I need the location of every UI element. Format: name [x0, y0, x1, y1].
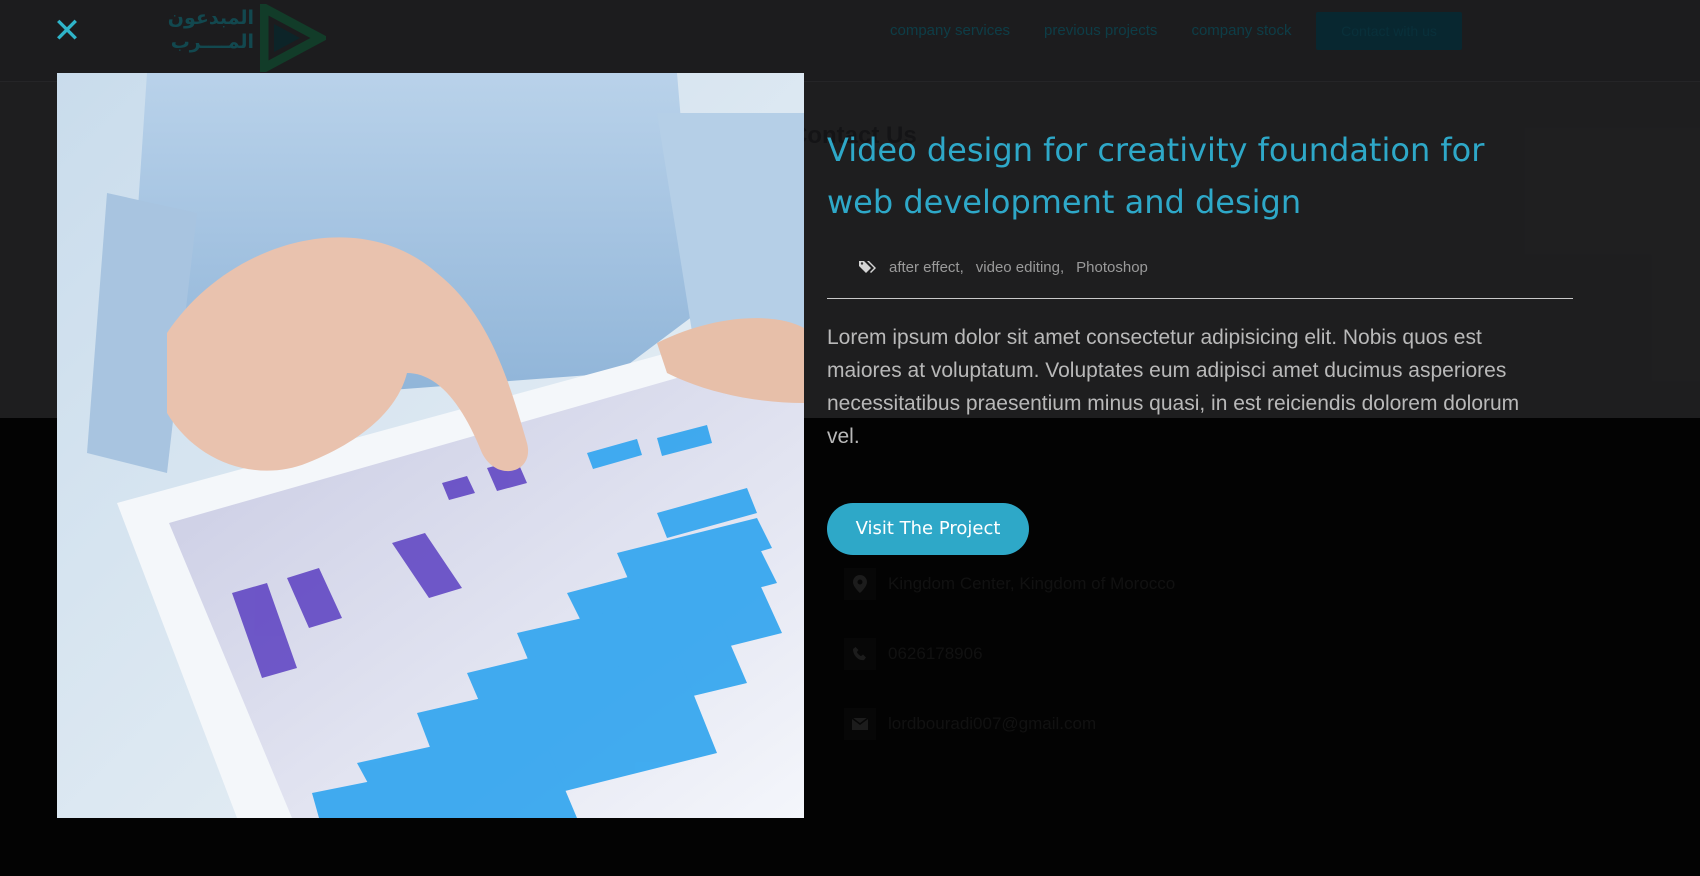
close-icon: ✕	[52, 11, 82, 51]
tag-item[interactable]: after effect,	[889, 259, 964, 276]
project-title: Video design for creativity foundation f…	[827, 131, 1485, 221]
project-tags: after effect, video editing, Photoshop	[827, 252, 1573, 282]
project-image	[57, 73, 804, 818]
project-details: Video design for creativity foundation f…	[827, 124, 1573, 555]
project-description: Lorem ipsum dolor sit amet consectetur a…	[827, 326, 1520, 448]
tag-item[interactable]: Photoshop	[1076, 259, 1148, 276]
visit-project-button[interactable]: Visit The Project	[827, 503, 1029, 555]
tag-item[interactable]: video editing,	[976, 259, 1064, 276]
close-button[interactable]: ✕	[50, 14, 84, 48]
details-divider	[827, 298, 1573, 299]
tablet-chart-photo-icon	[57, 73, 804, 818]
tags-icon	[859, 261, 876, 273]
